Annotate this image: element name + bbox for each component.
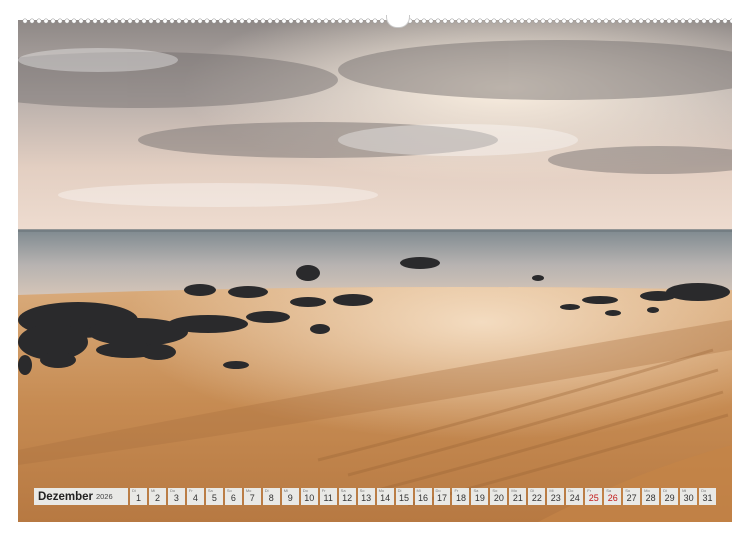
day-cell: Fr 11 (319, 488, 337, 505)
day-cell: Sa 19 (471, 488, 489, 505)
day-number: 3 (173, 493, 179, 503)
day-cell: Mi 2 (148, 488, 166, 505)
day-number: 9 (287, 493, 293, 503)
calendar-page: Dezember 2026 Di 1 Mi 2 Do 3 Fr 4 Sa 5 So 6 Mo 7 Di 8 Mi… (0, 0, 750, 540)
day-number: 22 (531, 493, 542, 503)
month-name: Dezember (38, 490, 93, 503)
spiral-binding (22, 15, 732, 28)
day-cell: Mo 28 (642, 488, 660, 505)
day-cell: Do 10 (300, 488, 318, 505)
day-cell: Mo 7 (243, 488, 261, 505)
day-cell: Mo 14 (376, 488, 394, 505)
day-cell: Di 1 (130, 488, 147, 505)
day-number: 17 (436, 493, 447, 503)
beach-photo (18, 20, 732, 522)
day-cell: Mi 9 (281, 488, 299, 505)
month-label: Dezember 2026 (34, 488, 128, 505)
day-number: 12 (342, 493, 353, 503)
day-grid: Di 1 Mi 2 Do 3 Fr 4 Sa 5 So 6 Mo 7 Di 8 Mi 9 Do 10 Fr 11 Sa 12 S… (130, 488, 717, 505)
day-number: 20 (493, 493, 504, 503)
day-cell: Sa 26 (604, 488, 622, 505)
day-cell: Mi 30 (680, 488, 698, 505)
day-number: 30 (683, 493, 694, 503)
day-number: 5 (211, 493, 217, 503)
binding-rings (22, 18, 732, 24)
day-cell: Di 15 (395, 488, 413, 505)
day-cell: Sa 12 (338, 488, 356, 505)
day-cell: Do 24 (566, 488, 584, 505)
day-number: 6 (230, 493, 236, 503)
day-cell: Di 29 (661, 488, 679, 505)
day-number: 16 (418, 493, 429, 503)
day-cell: Di 8 (262, 488, 280, 505)
day-number: 26 (607, 493, 618, 503)
day-number: 24 (569, 493, 580, 503)
day-number: 15 (399, 493, 410, 503)
day-cell: So 6 (224, 488, 242, 505)
day-number: 13 (361, 493, 372, 503)
day-number: 8 (268, 493, 274, 503)
day-number: 10 (304, 493, 315, 503)
day-cell: Sa 5 (205, 488, 223, 505)
day-number: 7 (249, 493, 255, 503)
day-cell: Fr 25 (585, 488, 603, 505)
day-number: 18 (455, 493, 466, 503)
day-cell: Do 31 (699, 488, 717, 505)
day-cell: So 13 (357, 488, 375, 505)
day-number: 29 (664, 493, 675, 503)
day-cell: Do 17 (433, 488, 451, 505)
day-cell: Mo 21 (509, 488, 527, 505)
day-number: 21 (512, 493, 523, 503)
day-cell: So 27 (623, 488, 641, 505)
day-cell: Mi 23 (547, 488, 565, 505)
seascape-image (18, 20, 732, 522)
day-number: 4 (192, 493, 198, 503)
day-number: 27 (626, 493, 637, 503)
day-number: 23 (550, 493, 561, 503)
year-label: 2026 (95, 492, 113, 501)
day-number: 25 (588, 493, 599, 503)
day-cell: Di 22 (528, 488, 546, 505)
day-cell: Fr 18 (452, 488, 470, 505)
day-cell: So 20 (490, 488, 508, 505)
day-number: 1 (135, 493, 141, 503)
day-number: 31 (702, 493, 713, 503)
day-number: 14 (380, 493, 391, 503)
day-number: 2 (154, 493, 160, 503)
day-number: 19 (474, 493, 485, 503)
day-cell: Mi 16 (414, 488, 432, 505)
day-number: 11 (323, 493, 333, 503)
day-number: 28 (645, 493, 656, 503)
day-cell: Do 3 (167, 488, 185, 505)
day-cell: Fr 4 (186, 488, 204, 505)
calendar-bar: Dezember 2026 Di 1 Mi 2 Do 3 Fr 4 Sa 5 So 6 Mo 7 Di 8 Mi… (34, 488, 717, 505)
